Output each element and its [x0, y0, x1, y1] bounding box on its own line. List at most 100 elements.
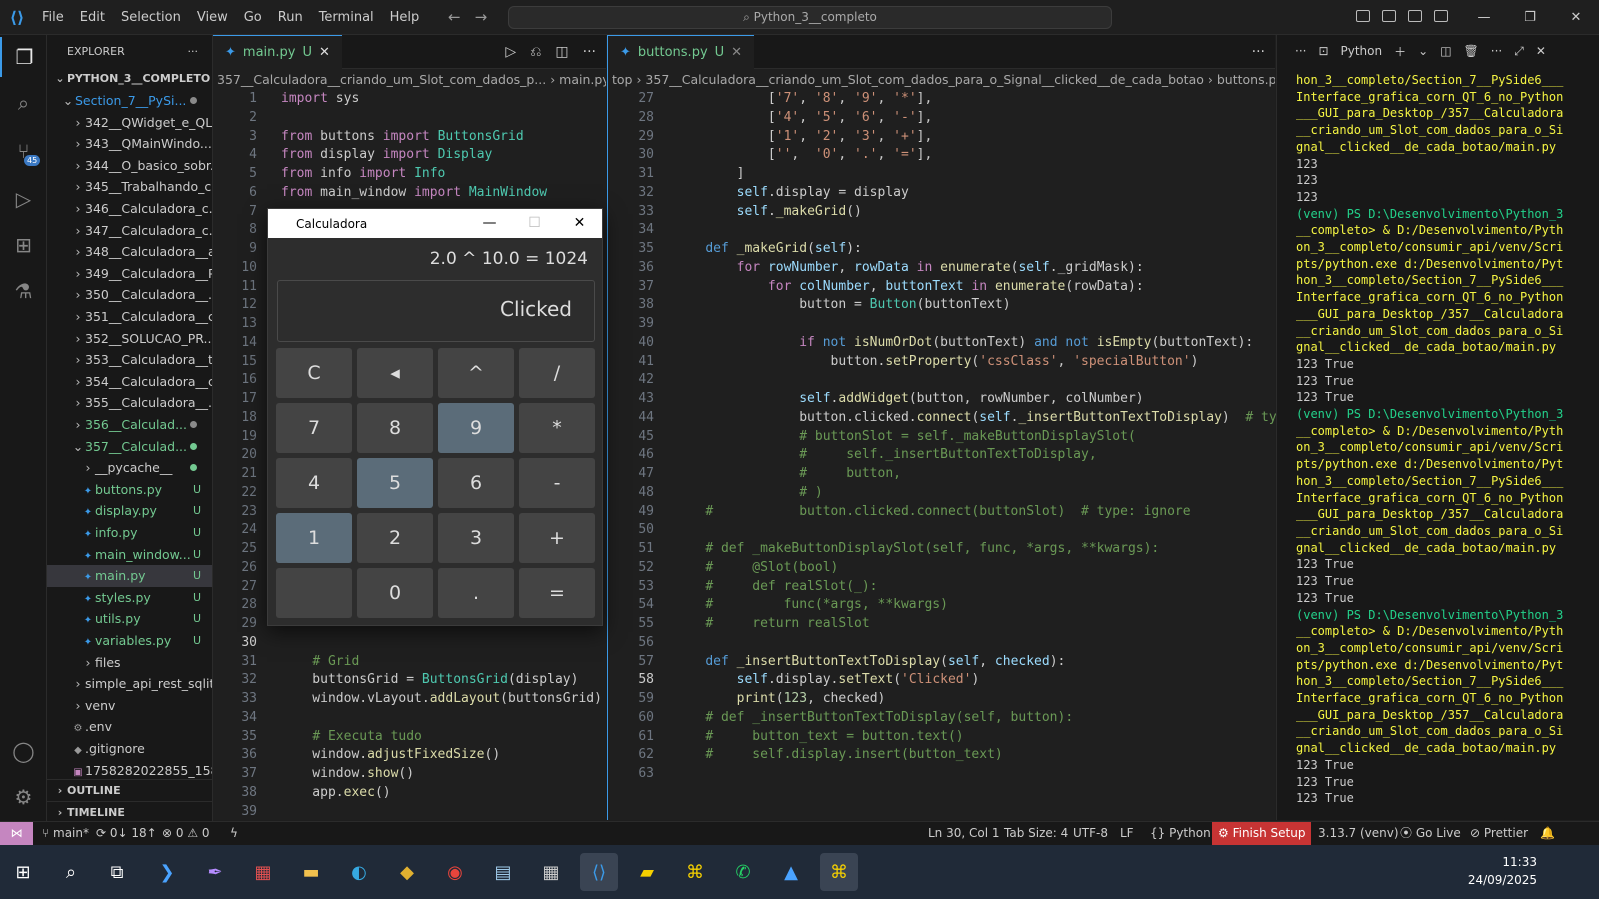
tree-item[interactable]: › 347__Calculadora_c...: [47, 220, 213, 242]
calc-button[interactable]: 1: [276, 513, 352, 563]
menu-view[interactable]: View: [189, 0, 236, 35]
tree-item[interactable]: › 345__Trabalhando_c...: [47, 176, 213, 198]
calc-button[interactable]: C: [276, 348, 352, 398]
maximize-panel-icon[interactable]: ⤢: [1514, 44, 1524, 59]
run-file-icon[interactable]: ▷: [505, 35, 516, 69]
new-terminal-icon[interactable]: ＋: [1394, 43, 1406, 60]
tree-item[interactable]: › venv: [47, 695, 212, 717]
more-actions-icon[interactable]: ···: [583, 35, 596, 69]
calc-button[interactable]: /: [519, 348, 595, 398]
notifications-bell-icon[interactable]: 🔔: [1540, 822, 1555, 845]
run-debug-icon[interactable]: ▷: [0, 179, 47, 219]
tree-item[interactable]: ✦ main_window... U: [47, 544, 212, 566]
breadcrumb[interactable]: top › 357__Calculadora__criando_um_Slot_…: [608, 69, 1275, 91]
calc-button[interactable]: 2: [357, 513, 433, 563]
close-tab-icon[interactable]: ✕: [319, 45, 330, 60]
split-editor-icon[interactable]: ◫: [555, 35, 568, 69]
tree-item[interactable]: › 355__Calculadora__...: [47, 392, 213, 414]
tree-item[interactable]: ✦ display.py U: [47, 500, 212, 522]
tree-item[interactable]: › 356__Calculad...: [47, 414, 212, 436]
calc-button[interactable]: =: [519, 568, 595, 618]
remote-icon[interactable]: ⋈: [0, 822, 33, 845]
go-live-button[interactable]: ⦿ Go Live: [1400, 822, 1461, 845]
tree-item[interactable]: ⌄ Section_7__PySi...: [47, 90, 212, 112]
calc-button[interactable]: 8: [357, 403, 433, 453]
tree-item[interactable]: ✦ styles.py U: [47, 587, 212, 609]
minimize-icon[interactable]: —: [467, 209, 512, 238]
calculator-display[interactable]: Clicked: [277, 280, 595, 342]
eol[interactable]: LF: [1120, 822, 1134, 845]
menu-help[interactable]: Help: [382, 0, 428, 35]
search-icon[interactable]: ⌕: [0, 83, 47, 123]
tree-item[interactable]: ›348__Calculadora__a...: [47, 241, 213, 263]
calc-button[interactable]: 7: [276, 403, 352, 453]
tree-item[interactable]: › files: [47, 652, 212, 674]
calc-button[interactable]: 6: [438, 458, 514, 508]
calc-button[interactable]: 3: [438, 513, 514, 563]
calc-button[interactable]: 5: [357, 458, 433, 508]
file-explorer-icon[interactable]: ▬: [292, 853, 330, 891]
cursor-position[interactable]: Ln 30, Col 1: [928, 822, 1000, 845]
extensions-icon[interactable]: ⊞: [0, 225, 47, 265]
pen-app-icon[interactable]: ✒: [196, 853, 234, 891]
tree-item[interactable]: ✦ variables.py U: [47, 630, 212, 652]
menu-edit[interactable]: Edit: [72, 0, 113, 35]
tree-item[interactable]: ›simple_api_rest_sqlite...: [47, 673, 213, 695]
calc-button[interactable]: 0: [357, 568, 433, 618]
calc-button[interactable]: +: [519, 513, 595, 563]
clock[interactable]: 11:33 24/09/2025: [1468, 853, 1537, 889]
prettier-status[interactable]: ⊘ Prettier: [1470, 822, 1528, 845]
task-view-icon[interactable]: ⧉: [98, 853, 136, 891]
tree-item[interactable]: › 349__Calculadora__P...: [47, 263, 213, 285]
tree-item[interactable]: › 353__Calculadora__t...: [47, 349, 213, 371]
language-mode[interactable]: {} Python: [1150, 822, 1211, 845]
workspace-root[interactable]: ⌄ PYTHON_3__COMPLETO: [47, 68, 212, 90]
toggle-panel-icon[interactable]: [1408, 10, 1422, 22]
close-icon[interactable]: ✕: [557, 209, 602, 238]
split-terminal-icon[interactable]: ◫: [1440, 44, 1451, 58]
menu-go[interactable]: Go: [236, 0, 270, 35]
outline-section[interactable]: › OUTLINE: [47, 779, 212, 801]
more-actions-icon[interactable]: ···: [1491, 44, 1502, 58]
more-actions-icon[interactable]: ···: [1295, 44, 1306, 58]
calc-button[interactable]: ◂: [357, 348, 433, 398]
calc-button[interactable]: ^: [438, 348, 514, 398]
tree-item[interactable]: › 346__Calculadora_c...: [47, 198, 213, 220]
explorer-icon[interactable]: ❐: [0, 37, 47, 77]
tree-item[interactable]: › 350__Calculadora__...: [47, 284, 213, 306]
tree-item[interactable]: ✦ main.py U: [47, 565, 212, 588]
chrome-icon[interactable]: ◉: [436, 853, 474, 891]
running-python-icon[interactable]: ⌘: [820, 853, 858, 891]
timeline-section[interactable]: › TIMELINE: [47, 801, 212, 823]
tab-main-py[interactable]: ✦ main.py U ✕: [213, 34, 342, 69]
edge-icon[interactable]: ◐: [340, 853, 378, 891]
calc-button[interactable]: [276, 568, 352, 618]
breadcrumb[interactable]: 357__Calculadora__criando_um_Slot_com_da…: [213, 69, 606, 91]
calc-button[interactable]: 9: [438, 403, 514, 453]
tree-item[interactable]: › 352__SOLUCAO_PR...: [47, 328, 213, 350]
powershell-icon[interactable]: ❯: [148, 853, 186, 891]
python-interpreter[interactable]: 3.13.7 (venv): [1318, 822, 1399, 845]
command-center-search[interactable]: ⌕ Python_3__completo: [508, 6, 1112, 29]
app-icon[interactable]: ▦: [244, 853, 282, 891]
finish-setup-button[interactable]: ⚙ Finish Setup: [1212, 822, 1312, 845]
menu-terminal[interactable]: Terminal: [311, 0, 382, 35]
tree-item[interactable]: ◆ .gitignore: [47, 738, 212, 760]
windows-start-icon[interactable]: ⊞: [4, 853, 42, 891]
tree-item[interactable]: › 342__QWidget_e_QL...: [47, 112, 213, 134]
trash-icon[interactable]: 🗑: [1464, 44, 1479, 58]
tree-item[interactable]: › __pycache__: [47, 457, 212, 479]
settings-gear-icon[interactable]: ⚙: [0, 777, 47, 817]
tree-item[interactable]: ✦ info.py U: [47, 522, 212, 544]
account-icon[interactable]: ◯: [0, 731, 47, 771]
close-icon[interactable]: ✕: [1553, 0, 1599, 35]
tree-item[interactable]: › 343__QMainWindo...: [47, 133, 212, 155]
terminal-output[interactable]: hon_3__completo/Section_7__PySide6___ Int…: [1296, 72, 1592, 807]
tab-buttons-py[interactable]: ✦ buttons.py U ✕: [608, 34, 755, 69]
menu-run[interactable]: Run: [270, 0, 311, 35]
more-actions-icon[interactable]: ···: [188, 45, 199, 58]
minimize-icon[interactable]: —: [1461, 0, 1507, 35]
terminal-shell-label[interactable]: Python: [1341, 44, 1383, 58]
tree-item[interactable]: › 354__Calculadora__c...: [47, 371, 213, 393]
source-control-icon[interactable]: ⑂ 45: [0, 131, 47, 171]
